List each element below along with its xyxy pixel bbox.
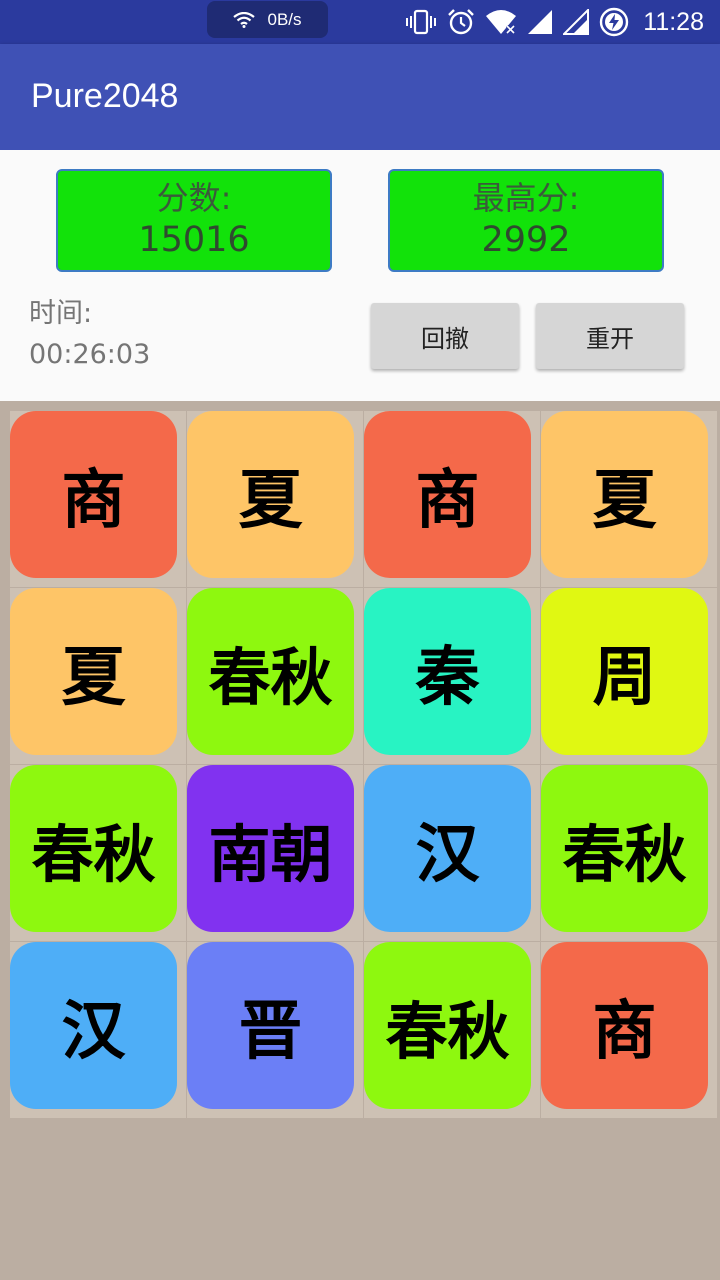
current-score-box: 分数: 15016 xyxy=(56,169,332,272)
board-tile: 周 xyxy=(541,588,708,755)
header-panel: 分数: 15016 最高分: 2992 时间: 00:26:03 回撤 重开 xyxy=(0,150,720,401)
board-tile: 春秋 xyxy=(364,942,531,1109)
board-tile: 夏 xyxy=(187,411,354,578)
cell-signal-icon xyxy=(563,9,590,35)
board-tile: 南朝 xyxy=(187,765,354,932)
board-tile: 春秋 xyxy=(10,765,177,932)
undo-button[interactable]: 回撤 xyxy=(371,303,519,369)
network-speed-indicator: 0B/s xyxy=(207,1,328,38)
app-bar: Pure2048 xyxy=(0,44,720,150)
board-tile: 汉 xyxy=(10,942,177,1109)
best-score-box: 最高分: 2992 xyxy=(388,169,664,272)
restart-button[interactable]: 重开 xyxy=(536,303,684,369)
wifi-icon xyxy=(233,11,256,28)
board-tile: 商 xyxy=(364,411,531,578)
board-tile: 春秋 xyxy=(187,588,354,755)
board-tile: 夏 xyxy=(10,588,177,755)
board-tile: 夏 xyxy=(541,411,708,578)
board-tile: 商 xyxy=(541,942,708,1109)
app-title: Pure2048 xyxy=(31,77,179,115)
board-tile: 商 xyxy=(10,411,177,578)
board-tile: 春秋 xyxy=(541,765,708,932)
status-icons: 11:28 xyxy=(405,0,704,44)
vibrate-icon xyxy=(406,9,437,35)
cell-signal-icon xyxy=(528,10,553,34)
alarm-icon xyxy=(448,9,475,35)
best-score-value: 2992 xyxy=(481,220,571,260)
wifi-signal-icon xyxy=(486,10,517,35)
status-clock: 11:28 xyxy=(643,7,704,36)
status-bar: 0B/s 11:28 xyxy=(0,0,720,44)
best-score-label: 最高分: xyxy=(472,179,580,217)
time-label: 时间: xyxy=(29,298,93,329)
network-speed-text: 0B/s xyxy=(267,9,302,29)
board-tile: 秦 xyxy=(364,588,531,755)
board-tile: 晋 xyxy=(187,942,354,1109)
game-board[interactable]: 商夏商夏夏春秋秦周春秋 南朝汉春秋汉晋春秋商 xyxy=(0,401,720,1280)
current-score-value: 15016 xyxy=(138,220,250,260)
time-value: 00:26:03 xyxy=(29,339,151,370)
battery-charging-icon xyxy=(600,7,629,37)
current-score-label: 分数: xyxy=(156,179,232,217)
board-tile: 汉 xyxy=(364,765,531,932)
